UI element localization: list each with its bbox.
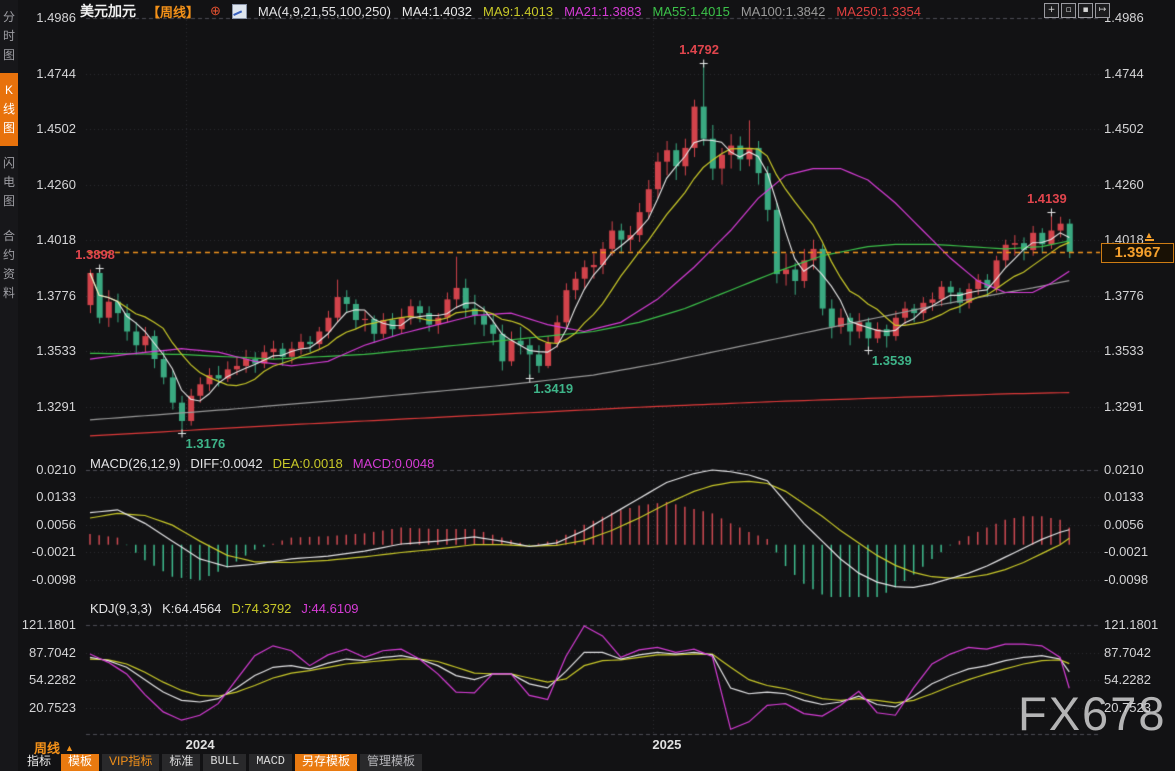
sidebar-item-K线图[interactable]: K线图: [0, 73, 18, 146]
ma9-value: MA9:1.4013: [483, 4, 553, 19]
chart-style-icon[interactable]: [232, 4, 247, 19]
tab-VIP指标[interactable]: VIP指标: [102, 754, 159, 771]
kdj-title-row: KDJ(9,3,3) K:64.4564 D:74.3792 J:44.6109: [90, 601, 359, 616]
macd-dea-value: DEA:0.0018: [273, 456, 343, 471]
watermark: FX678: [1018, 686, 1166, 741]
macd-diff-value: DIFF:0.0042: [190, 456, 262, 471]
symbol-name: 美元加元: [80, 1, 136, 21]
ma4-value: MA4:1.4032: [402, 4, 472, 19]
kdj-d-value: D:74.3792: [231, 601, 291, 616]
axis-scale-icon[interactable]: ▪: [1078, 3, 1093, 18]
chevron-up-icon: ▲: [65, 743, 74, 753]
tab-指标[interactable]: 指标: [20, 754, 58, 771]
ma55-value: MA55:1.4015: [652, 4, 729, 19]
tab-MACD[interactable]: MACD: [249, 754, 292, 771]
charting-app: 分时图K线图闪电图合约资料 美元加元 【周线】 ⊕ MA(4,9,21,55,1…: [0, 0, 1175, 771]
current-price-tag: 1.3967: [1101, 243, 1174, 263]
crosshair-icon[interactable]: +: [1044, 3, 1059, 18]
sidebar-item-合约资料[interactable]: 合约资料: [0, 219, 18, 311]
tab-模板[interactable]: 模板: [61, 754, 99, 771]
ma100-value: MA100:1.3842: [741, 4, 826, 19]
pane-right-icon[interactable]: ↦: [1095, 3, 1110, 18]
footer-tabs: 指标模板VIP指标标准BULLMACD另存模板管理模板: [20, 754, 422, 771]
macd-title-row: MACD(26,12,9) DIFF:0.0042 DEA:0.0018 MAC…: [90, 456, 434, 471]
fit-view-icon[interactable]: ▫: [1061, 3, 1076, 18]
target-icon[interactable]: ⊕: [210, 3, 221, 19]
tab-标准[interactable]: 标准: [162, 754, 200, 771]
sidebar-item-分时图[interactable]: 分时图: [0, 0, 18, 73]
macd-macd-value: MACD:0.0048: [353, 456, 435, 471]
macd-settings-label: MACD(26,12,9): [90, 456, 180, 471]
period-tag: 【周线】: [147, 2, 199, 21]
tab-管理模板[interactable]: 管理模板: [360, 754, 422, 771]
sidebar-item-闪电图[interactable]: 闪电图: [0, 146, 18, 219]
ma250-value: MA250:1.3354: [836, 4, 921, 19]
scroll-to-latest-icon[interactable]: ▲: [1143, 231, 1155, 241]
tab-BULL[interactable]: BULL: [203, 754, 246, 771]
chart-header: 美元加元 【周线】 ⊕ MA(4,9,21,55,100,250) MA4:1.…: [80, 2, 921, 20]
chart-type-sidebar: 分时图K线图闪电图合约资料: [0, 0, 18, 771]
kdj-settings-label: KDJ(9,3,3): [90, 601, 152, 616]
chart-toolbar: +▫▪↦: [1044, 3, 1110, 18]
chart-canvas[interactable]: [0, 0, 1175, 771]
ma-values: MA4:1.4032 MA9:1.4013 MA21:1.3883 MA55:1.40…: [402, 4, 921, 19]
tab-另存模板[interactable]: 另存模板: [295, 754, 357, 771]
ma21-value: MA21:1.3883: [564, 4, 641, 19]
kdj-j-value: J:44.6109: [301, 601, 358, 616]
ma-settings-label: MA(4,9,21,55,100,250): [258, 4, 391, 19]
kdj-k-value: K:64.4564: [162, 601, 221, 616]
